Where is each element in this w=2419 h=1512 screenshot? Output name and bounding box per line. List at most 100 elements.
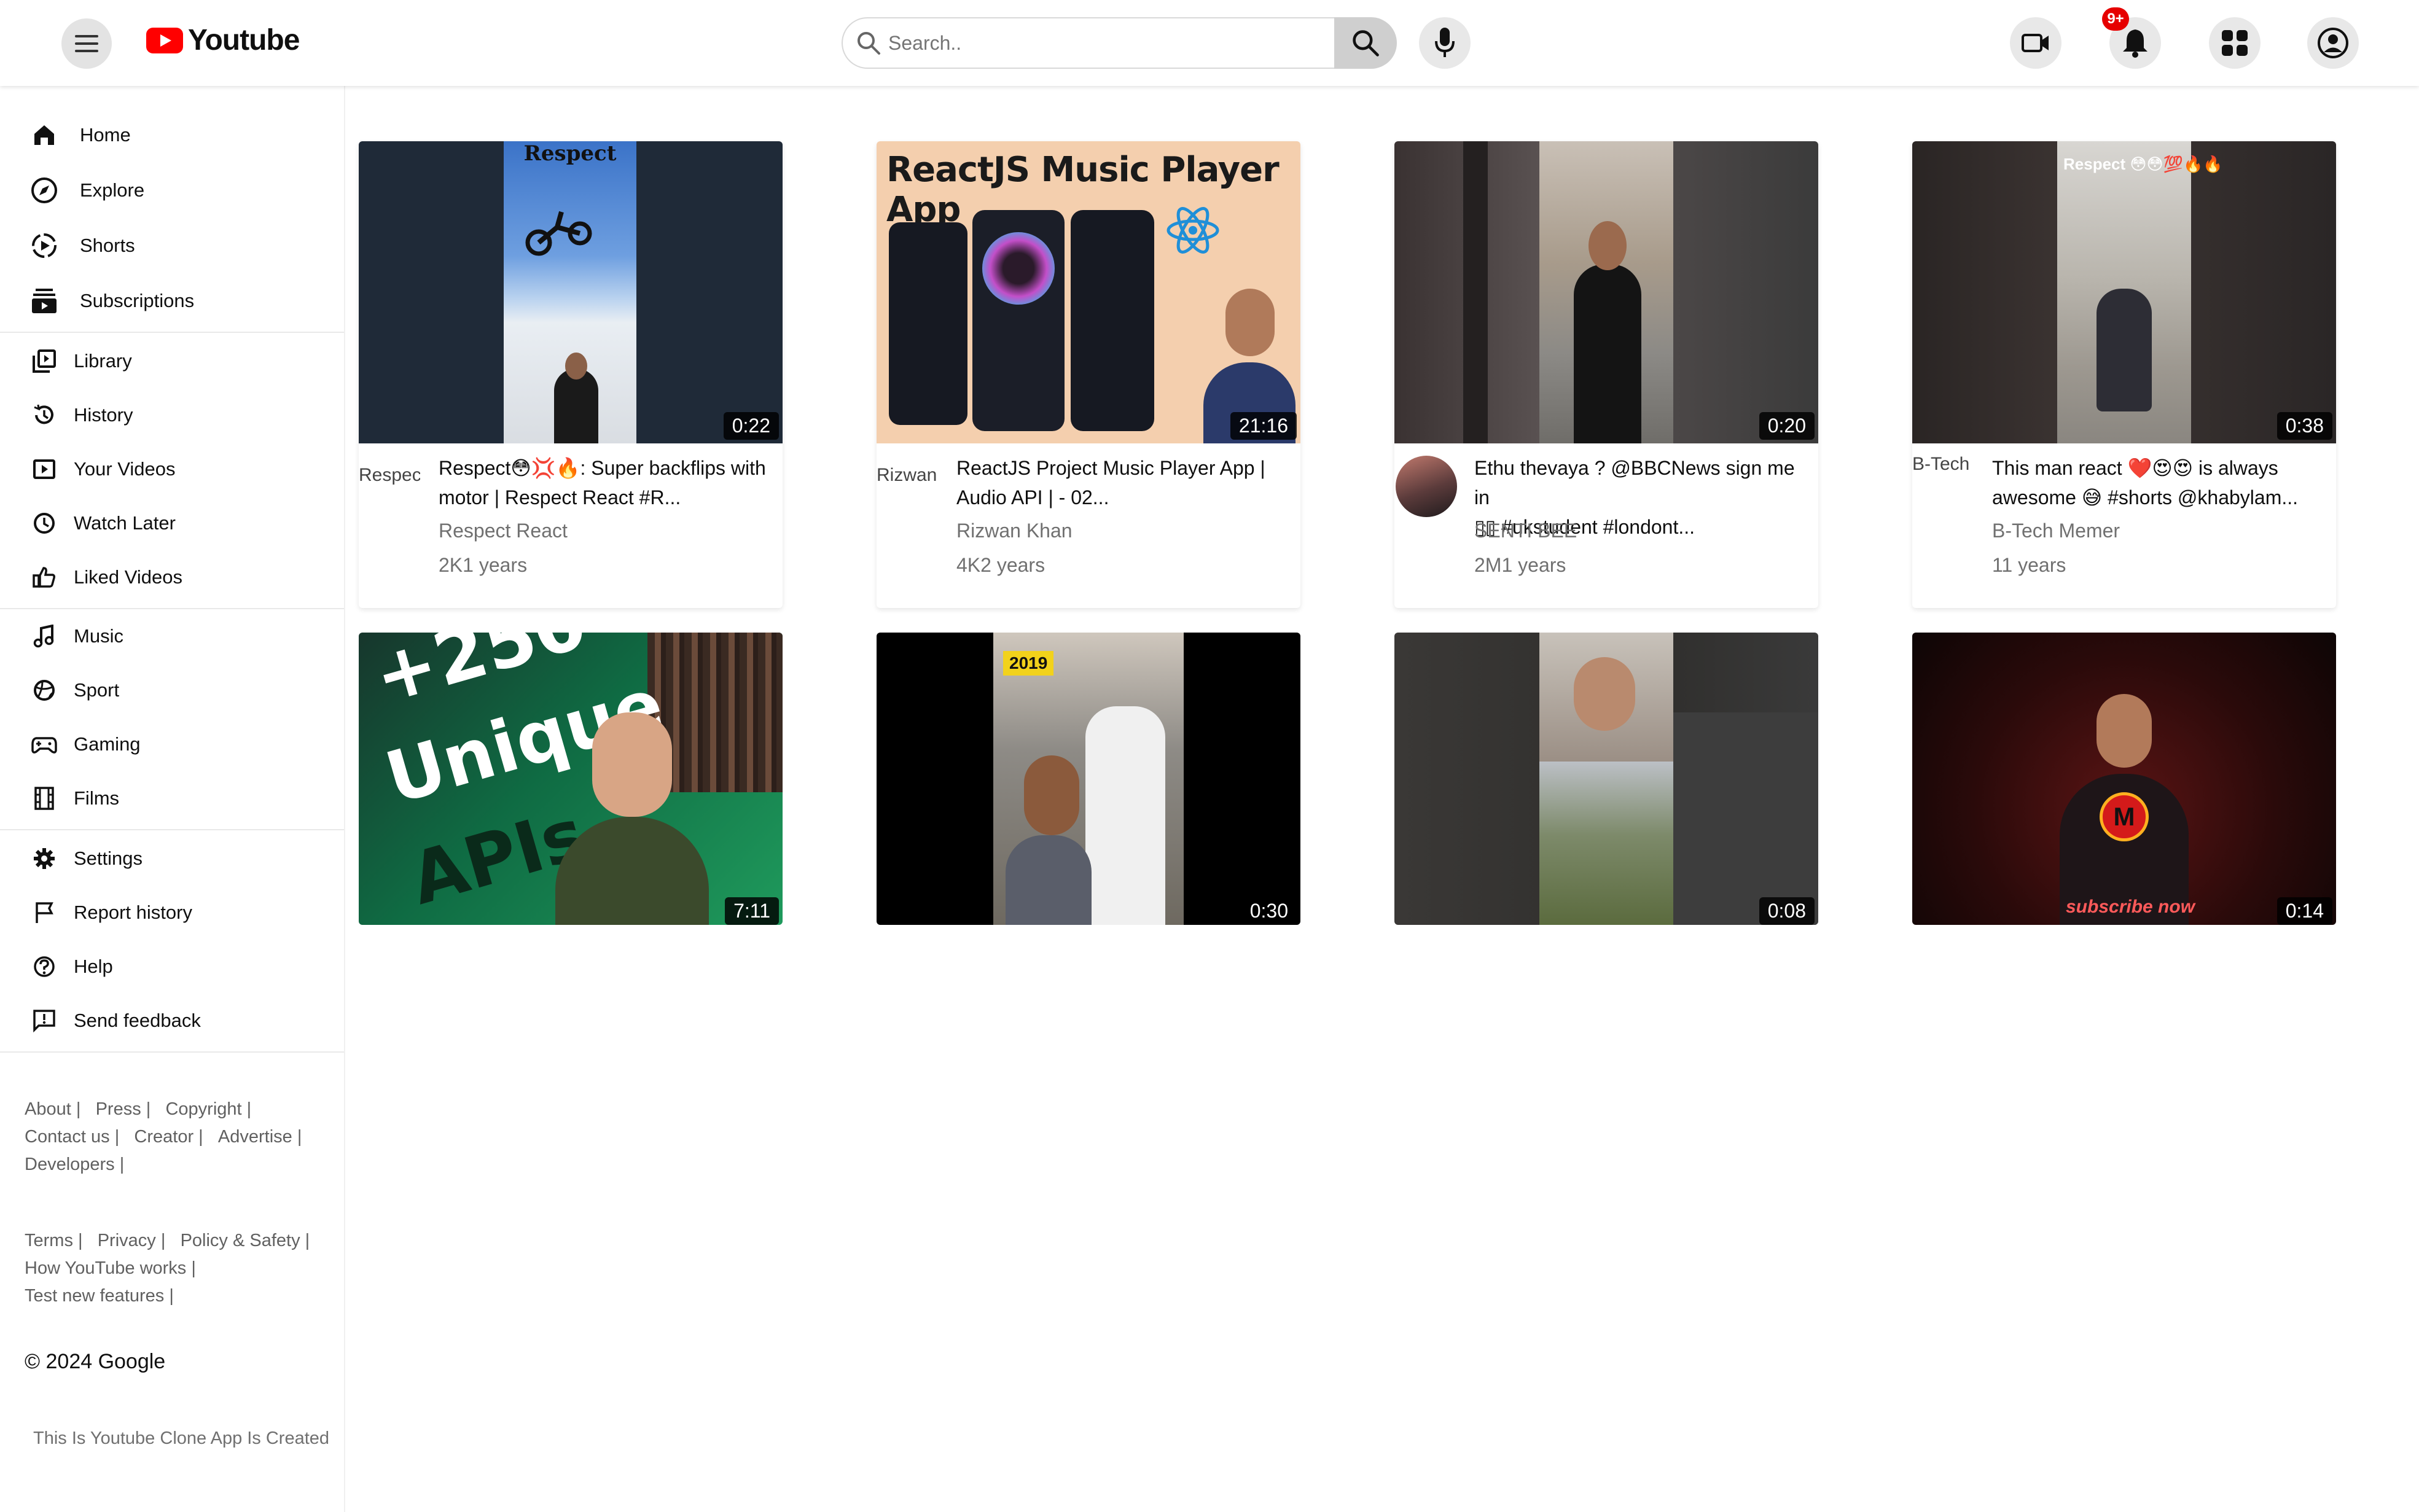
sidebar-item-music[interactable]: Music [0, 612, 344, 661]
video-duration: 21:16 [1230, 412, 1297, 440]
sidebar-item-watch-later[interactable]: Watch Later [0, 499, 344, 548]
film-icon [29, 784, 59, 813]
thumbnail-person-head [592, 712, 672, 817]
video-card[interactable]: +250 Unique APIs 7:11 [359, 633, 783, 925]
footer-link[interactable]: Developers [25, 1155, 115, 1174]
video-thumbnail[interactable]: 0:08 [1394, 633, 1818, 925]
footer-link[interactable]: Creator [134, 1127, 193, 1147]
m-logo-text: M [2113, 802, 2135, 831]
footer-link[interactable]: Test new features [25, 1286, 164, 1306]
sidebar-item-send-feedback[interactable]: Send feedback [0, 996, 344, 1045]
sidebar-item-library[interactable]: Library [0, 337, 344, 386]
your-videos-icon [29, 454, 59, 484]
video-card[interactable]: Respect 😳😳💯🔥🔥 0:38 B-Tech This man react… [1912, 141, 2336, 608]
sidebar-item-gaming[interactable]: Gaming [0, 720, 344, 769]
thumbnail-person [2097, 289, 2152, 411]
video-card[interactable]: 0:20 Ethu thevaya ? @BBCNews sign me in ▯… [1394, 141, 1818, 608]
video-stats: 2K1 years [439, 554, 528, 576]
video-card[interactable]: 2019 0:30 [877, 633, 1300, 925]
footer-link[interactable]: Terms [25, 1231, 73, 1250]
video-thumbnail[interactable]: +250 Unique APIs 7:11 [359, 633, 783, 925]
video-thumbnail[interactable]: ReactJS Music Player App 21:16 [877, 141, 1300, 443]
feedback-icon [29, 1006, 59, 1035]
video-stats: 4K2 years [956, 554, 1045, 576]
video-stats: 11 years [1992, 554, 2066, 576]
video-meta: Ethu thevaya ? @BBCNews sign me in ▯▯ #uk… [1394, 443, 1818, 608]
sidebar-item-label: Films [74, 787, 120, 809]
footer-link[interactable]: Contact us [25, 1127, 110, 1147]
gear-icon [29, 844, 59, 873]
video-thumbnail[interactable]: 2019 0:30 [877, 633, 1300, 925]
sidebar-item-explore[interactable]: Explore [0, 166, 344, 215]
youtube-logo[interactable]: Youtube [146, 23, 300, 57]
video-thumbnail[interactable]: 0:20 [1394, 141, 1818, 443]
footer-link[interactable]: About [25, 1099, 71, 1119]
sidebar-item-help[interactable]: Help [0, 942, 344, 991]
thumbnail-disc [982, 232, 1055, 305]
video-title[interactable]: This man react ❤️😍😍 is always awesome 😅 #… [1992, 453, 2324, 512]
footer-link[interactable]: Policy & Safety [181, 1231, 300, 1250]
sidebar-item-label: Library [74, 350, 132, 372]
sidebar-item-label: Shorts [80, 235, 135, 256]
video-meta: Rizwan ReactJS Project Music Player App … [877, 443, 1300, 608]
channel-avatar[interactable]: B-Tech [1912, 453, 1974, 515]
sidebar-item-label: Liked Videos [74, 566, 182, 588]
sidebar-item-liked-videos[interactable]: Liked Videos [0, 553, 344, 602]
sidebar-item-home[interactable]: Home [0, 111, 344, 160]
sidebar-item-films[interactable]: Films [0, 774, 344, 823]
sidebar-divider [0, 1051, 344, 1053]
channel-name[interactable]: Respect React [439, 520, 568, 542]
video-thumbnail[interactable]: Respect 😳😳💯🔥🔥 0:38 [1912, 141, 2336, 443]
sidebar-item-label: Help [74, 956, 113, 977]
footer-link[interactable]: Advertise [218, 1127, 292, 1147]
sidebar-item-your-videos[interactable]: Your Videos [0, 445, 344, 494]
video-card[interactable]: ReactJS Music Player App 21:16 Rizwan Re… [877, 141, 1300, 608]
video-card[interactable]: Respect 0:22 Respec Respect😳💢🔥: Super ba… [359, 141, 783, 608]
sidebar-item-sport[interactable]: Sport [0, 666, 344, 715]
footer-link[interactable]: How YouTube works [25, 1258, 186, 1278]
search-input[interactable] [888, 31, 1281, 55]
video-thumbnail[interactable]: M subscribe now 0:14 [1912, 633, 2336, 925]
channel-avatar[interactable] [1396, 456, 1457, 517]
react-logo-icon [1167, 207, 1219, 254]
voice-search-button[interactable] [1419, 17, 1471, 69]
sidebar-item-subscriptions[interactable]: Subscriptions [0, 276, 344, 325]
m-logo-badge: M [2100, 792, 2149, 841]
video-title[interactable]: ReactJS Project Music Player App | Audio … [956, 453, 1288, 512]
channel-name[interactable]: SENTI BEE [1474, 520, 1577, 542]
video-card[interactable]: M subscribe now 0:14 [1912, 633, 2336, 925]
hamburger-icon [75, 35, 98, 52]
search-box [842, 17, 1334, 69]
apps-button[interactable] [2209, 17, 2261, 69]
video-title-line: Respect😳💢🔥: Super backflips with [439, 457, 766, 479]
channel-name[interactable]: Rizwan Khan [956, 520, 1073, 542]
apps-grid-icon [2222, 30, 2248, 56]
footer-link[interactable]: Copyright [165, 1099, 241, 1119]
video-title[interactable]: Respect😳💢🔥: Super backflips with motor | … [439, 453, 770, 512]
video-duration: 0:22 [723, 412, 779, 440]
video-title-line: ReactJS Project Music Player App | [956, 457, 1265, 479]
sidebar-divider [0, 332, 344, 333]
channel-name[interactable]: B-Tech Memer [1992, 520, 2120, 542]
search-button[interactable] [1334, 17, 1397, 69]
footer-link[interactable]: Privacy [98, 1231, 156, 1250]
account-button[interactable] [2307, 17, 2359, 69]
thumbs-up-icon [29, 563, 59, 592]
gamepad-icon [29, 730, 59, 759]
video-thumbnail[interactable]: Respect 0:22 [359, 141, 783, 443]
footer-link[interactable]: Press [96, 1099, 141, 1119]
sidebar-item-shorts[interactable]: Shorts [0, 221, 344, 270]
channel-avatar[interactable]: Rizwan [877, 464, 938, 526]
sidebar-item-settings[interactable]: Settings [0, 834, 344, 883]
menu-button[interactable] [61, 18, 112, 69]
create-video-button[interactable] [2010, 17, 2061, 69]
search-icon [1353, 30, 1379, 57]
video-card[interactable]: 0:08 [1394, 633, 1818, 925]
bell-icon [2123, 29, 2147, 58]
sidebar-item-history[interactable]: History [0, 391, 344, 440]
sidebar-item-report-history[interactable]: Report history [0, 888, 344, 937]
video-meta: Respec Respect😳💢🔥: Super backflips with m… [359, 443, 783, 608]
thumbnail-caption: subscribe now [2066, 897, 2195, 917]
channel-avatar[interactable]: Respec [359, 464, 420, 526]
video-duration: 0:20 [1759, 412, 1815, 440]
